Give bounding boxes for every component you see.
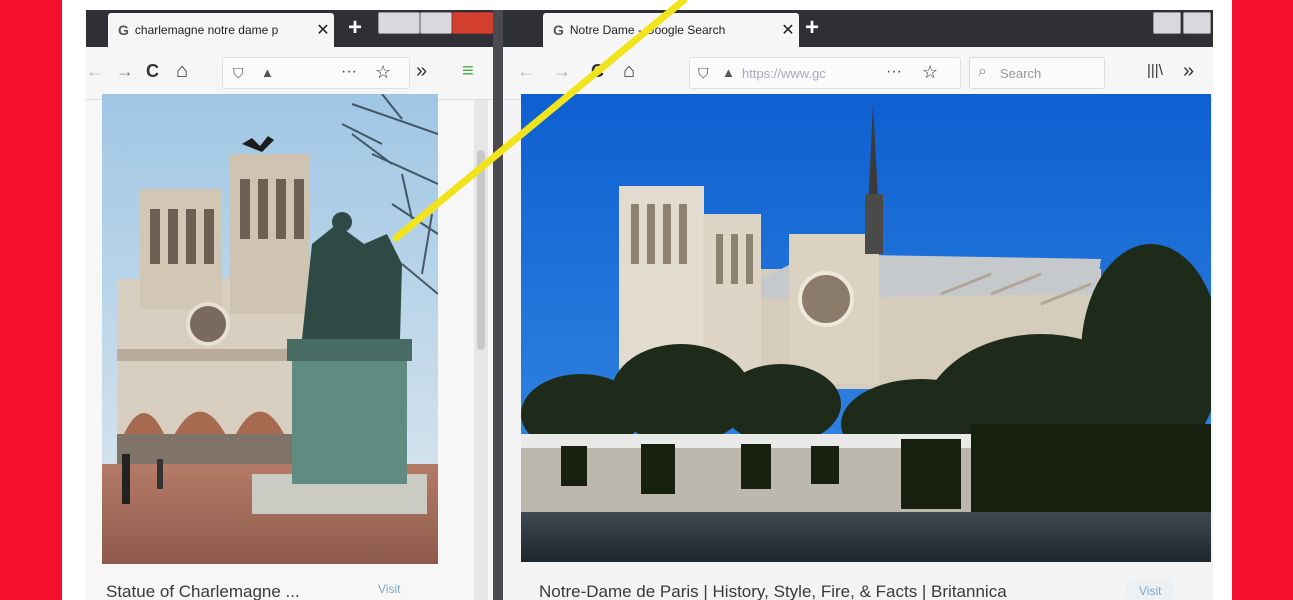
navigation-toolbar: ← → C ⌂ ⛉ ▲ ··· ☆ » ≡ xyxy=(86,47,493,100)
forward-icon[interactable]: → xyxy=(116,60,134,82)
url-bar[interactable]: ⛉ ▲ https://www.gc ··· ☆ xyxy=(689,57,961,89)
scrollbar-thumb[interactable] xyxy=(477,150,485,350)
visit-link[interactable]: Visit xyxy=(364,576,414,600)
minimize-button[interactable] xyxy=(1153,12,1181,34)
tab-strip: G Notre Dame - Google Search ✕ + xyxy=(503,10,1213,47)
new-tab-button[interactable]: + xyxy=(805,16,819,40)
scrollbar[interactable] xyxy=(474,100,488,600)
forward-icon[interactable]: → xyxy=(553,60,571,82)
reload-icon[interactable]: C xyxy=(146,60,159,82)
left-browser-window: G charlemagne notre dame p ✕ + ← → C ⌂ ⛉… xyxy=(86,10,493,600)
red-frame-left xyxy=(0,0,62,600)
search-placeholder: Search xyxy=(1000,66,1042,81)
search-box[interactable]: ⌕ Search xyxy=(969,57,1105,89)
tab-charlemagne-notre-dame[interactable]: G charlemagne notre dame p ✕ xyxy=(108,13,334,47)
search-icon: ⌕ xyxy=(978,63,987,80)
page-actions-icon[interactable]: ··· xyxy=(341,61,357,83)
image-caption[interactable]: Statue of Charlemagne ... xyxy=(106,582,300,600)
tab-close-icon[interactable]: ✕ xyxy=(312,20,334,40)
toolbar-overflow-icon[interactable]: » xyxy=(1183,60,1194,82)
lock-icon: ▲ xyxy=(722,65,735,80)
google-g-icon: G xyxy=(553,22,564,38)
image-caption[interactable]: Notre-Dame de Paris | History, Style, Fi… xyxy=(539,582,1007,600)
bookmark-star-icon[interactable]: ☆ xyxy=(375,61,391,83)
tab-strip: G charlemagne notre dame p ✕ + xyxy=(86,10,493,47)
url-bar[interactable]: ⛉ ▲ ··· ☆ xyxy=(222,57,410,89)
right-browser-window: G Notre Dame - Google Search ✕ + ← → C ⌂… xyxy=(503,10,1213,600)
url-text[interactable]: https://www.gc xyxy=(742,66,826,81)
notre-dame-image[interactable] xyxy=(521,94,1211,562)
tab-title: charlemagne notre dame p xyxy=(134,23,279,37)
tab-notre-dame-google-search[interactable]: G Notre Dame - Google Search ✕ xyxy=(543,13,799,47)
page-actions-icon[interactable]: ··· xyxy=(886,61,902,83)
charlemagne-statue-image[interactable] xyxy=(102,94,438,564)
back-icon[interactable]: ← xyxy=(517,60,535,82)
tab-close-icon[interactable]: ✕ xyxy=(777,20,799,40)
home-icon[interactable]: ⌂ xyxy=(176,60,188,82)
bookmark-star-icon[interactable]: ☆ xyxy=(922,61,938,83)
shield-icon: ⛉ xyxy=(233,65,244,81)
lock-icon: ▲ xyxy=(261,65,274,80)
navigation-toolbar: ← → C ⌂ ⛉ ▲ https://www.gc ··· ☆ ⌕ Searc… xyxy=(503,47,1213,100)
tab-title: Notre Dame - Google Search xyxy=(569,23,726,37)
maximize-button[interactable] xyxy=(420,12,452,34)
library-icon[interactable]: |||\ xyxy=(1147,60,1163,82)
reload-icon[interactable]: C xyxy=(591,60,604,82)
close-window-button[interactable] xyxy=(452,12,493,34)
home-icon[interactable]: ⌂ xyxy=(623,60,635,82)
window-divider xyxy=(493,10,503,600)
visit-link[interactable]: Visit xyxy=(1125,578,1176,600)
toolbar-overflow-icon[interactable]: » xyxy=(416,60,427,82)
google-g-icon: G xyxy=(118,22,129,38)
new-tab-button[interactable]: + xyxy=(348,16,362,40)
minimize-button[interactable] xyxy=(378,12,420,34)
menu-icon[interactable]: ≡ xyxy=(462,60,474,82)
shield-icon: ⛉ xyxy=(698,65,709,81)
red-frame-right xyxy=(1232,0,1293,600)
back-icon[interactable]: ← xyxy=(86,60,104,82)
maximize-button[interactable] xyxy=(1183,12,1211,34)
